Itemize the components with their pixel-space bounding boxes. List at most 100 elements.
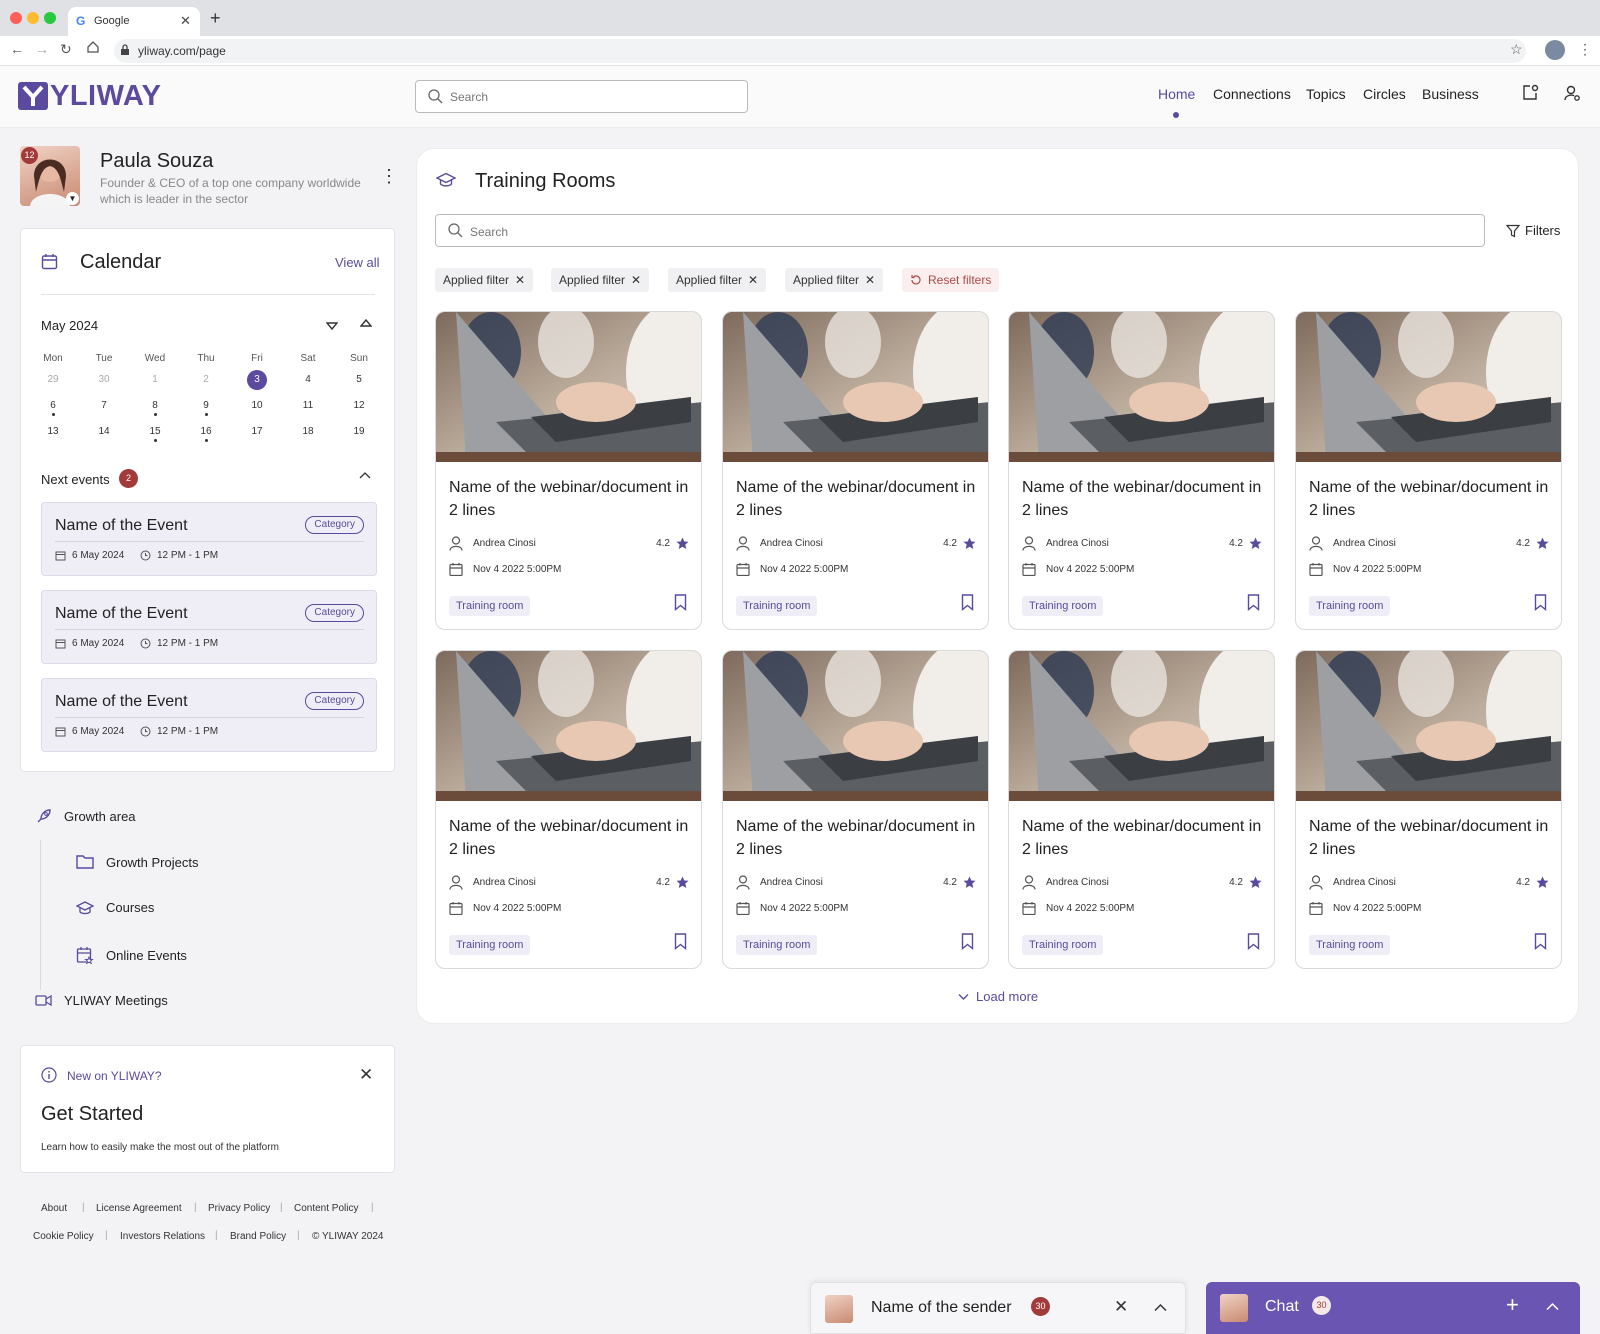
browser-tab[interactable]: G Google ✕ xyxy=(68,7,200,36)
calendar-day[interactable]: 1 xyxy=(141,370,169,390)
footer-link-investors[interactable]: Investors Relations xyxy=(120,1231,205,1242)
calendar-view-all-link[interactable]: View all xyxy=(335,255,380,270)
calendar-day[interactable]: 17 xyxy=(243,422,271,442)
bookmark-icon[interactable] xyxy=(674,933,687,950)
calendar-day[interactable]: 11 xyxy=(294,396,322,416)
month-next-icon[interactable] xyxy=(326,321,338,331)
expand-chat-icon[interactable] xyxy=(1546,1302,1559,1311)
event-card[interactable]: Name of the Event Category 6 May 2024 12… xyxy=(41,678,377,752)
calendar-day[interactable]: 6 xyxy=(39,396,67,416)
calendar-day[interactable]: 10 xyxy=(243,396,271,416)
calendar-day[interactable]: 12 xyxy=(345,396,373,416)
user-settings-icon[interactable] xyxy=(1563,84,1581,102)
bookmark-icon[interactable] xyxy=(961,933,974,950)
chat-bar[interactable]: Chat 30 + xyxy=(1206,1282,1580,1334)
close-window-dot[interactable] xyxy=(10,12,22,24)
footer-link-cookie[interactable]: Cookie Policy xyxy=(33,1231,94,1242)
reload-icon[interactable]: ↻ xyxy=(60,41,72,58)
sidebar-item-meetings[interactable]: YLIWAY Meetings xyxy=(35,993,168,1008)
calendar-day[interactable]: 2 xyxy=(192,370,220,390)
notifications-icon[interactable] xyxy=(1521,84,1539,102)
footer-link-content[interactable]: Content Policy xyxy=(294,1203,358,1214)
remove-filter-icon[interactable]: ✕ xyxy=(748,268,758,292)
profile-dropdown-icon[interactable]: ▼ xyxy=(66,192,79,205)
sidebar-item-growth-projects[interactable]: Growth Projects xyxy=(76,854,198,870)
home-icon[interactable] xyxy=(86,40,100,54)
training-card[interactable]: Name of the webinar/document in 2 lines A… xyxy=(1008,311,1275,630)
nav-topics[interactable]: Topics xyxy=(1306,86,1346,102)
new-chat-icon[interactable]: + xyxy=(1506,1292,1519,1318)
calendar-day[interactable]: 5 xyxy=(345,370,373,390)
get-started-close-icon[interactable]: ✕ xyxy=(359,1065,373,1085)
browser-profile-avatar[interactable] xyxy=(1545,40,1565,60)
maximize-window-dot[interactable] xyxy=(44,12,56,24)
bookmark-icon[interactable] xyxy=(674,594,687,611)
training-search-input[interactable]: Search xyxy=(435,214,1485,247)
bookmark-star-icon[interactable]: ☆ xyxy=(1510,41,1523,58)
nav-business[interactable]: Business xyxy=(1422,86,1479,102)
nav-connections[interactable]: Connections xyxy=(1213,86,1291,102)
calendar-day[interactable]: 19 xyxy=(345,422,373,442)
sidebar-item-courses[interactable]: Courses xyxy=(76,900,154,915)
minimize-window-dot[interactable] xyxy=(27,12,39,24)
applied-filter-chip[interactable]: Applied filter ✕ xyxy=(551,268,650,292)
forward-icon[interactable]: → xyxy=(35,41,49,57)
calendar-day[interactable]: 4 xyxy=(294,370,322,390)
calendar-day[interactable]: 18 xyxy=(294,422,322,442)
applied-filter-chip[interactable]: Applied filter ✕ xyxy=(435,268,534,292)
calendar-day[interactable]: 16 xyxy=(192,422,220,442)
footer-link-license[interactable]: License Agreement xyxy=(96,1203,182,1214)
training-card[interactable]: Name of the webinar/document in 2 lines A… xyxy=(1295,311,1562,630)
footer-link-brand[interactable]: Brand Policy xyxy=(230,1231,286,1242)
applied-filter-chip[interactable]: Applied filter ✕ xyxy=(668,268,767,292)
remove-filter-icon[interactable]: ✕ xyxy=(515,268,525,292)
load-more-button[interactable]: Load more xyxy=(958,989,1038,1004)
calendar-day-selected[interactable]: 3 xyxy=(247,370,267,390)
bookmark-icon[interactable] xyxy=(1534,594,1547,611)
next-events-collapse-icon[interactable] xyxy=(359,471,371,481)
bookmark-icon[interactable] xyxy=(1247,933,1260,950)
training-card[interactable]: Name of the webinar/document in 2 lines A… xyxy=(435,650,702,969)
yliway-logo[interactable]: YLIWAY xyxy=(18,79,162,113)
training-card[interactable]: Name of the webinar/document in 2 lines A… xyxy=(722,650,989,969)
expand-thread-icon[interactable] xyxy=(1154,1303,1167,1312)
nav-home[interactable]: Home xyxy=(1158,86,1195,102)
nav-circles[interactable]: Circles xyxy=(1363,86,1406,102)
close-tab-icon[interactable]: ✕ xyxy=(180,13,191,29)
remove-filter-icon[interactable]: ✕ xyxy=(631,268,641,292)
calendar-day[interactable]: 14 xyxy=(90,422,118,442)
training-card[interactable]: Name of the webinar/document in 2 lines A… xyxy=(722,311,989,630)
filters-button[interactable]: Filters xyxy=(1506,223,1560,238)
calendar-day[interactable]: 30 xyxy=(90,370,118,390)
calendar-day[interactable]: 9 xyxy=(192,396,220,416)
sidebar-item-growth-area[interactable]: Growth area xyxy=(35,808,136,825)
profile-more-icon[interactable]: ⋮ xyxy=(380,166,398,187)
event-card[interactable]: Name of the Event Category 6 May 2024 12… xyxy=(41,590,377,664)
new-tab-icon[interactable]: + xyxy=(210,8,221,29)
calendar-day[interactable]: 7 xyxy=(90,396,118,416)
calendar-day[interactable]: 13 xyxy=(39,422,67,442)
training-card[interactable]: Name of the webinar/document in 2 lines A… xyxy=(1008,650,1275,969)
remove-filter-icon[interactable]: ✕ xyxy=(865,268,875,292)
month-prev-icon[interactable] xyxy=(360,318,372,328)
profile-avatar[interactable]: 12 ▼ xyxy=(20,146,80,206)
sidebar-item-online-events[interactable]: Online Events xyxy=(76,946,187,964)
footer-link-about[interactable]: About xyxy=(41,1203,67,1214)
bookmark-icon[interactable] xyxy=(1247,594,1260,611)
calendar-day[interactable]: 8 xyxy=(141,396,169,416)
browser-menu-icon[interactable]: ⋮ xyxy=(1578,41,1592,58)
calendar-day[interactable]: 15 xyxy=(141,422,169,442)
calendar-day[interactable]: 29 xyxy=(39,370,67,390)
message-thread-bar[interactable]: Name of the sender 30 ✕ xyxy=(810,1282,1186,1334)
close-thread-icon[interactable]: ✕ xyxy=(1114,1297,1128,1317)
bookmark-icon[interactable] xyxy=(961,594,974,611)
training-card[interactable]: Name of the webinar/document in 2 lines A… xyxy=(435,311,702,630)
top-search-input[interactable]: Search xyxy=(415,80,748,113)
bookmark-icon[interactable] xyxy=(1534,933,1547,950)
reset-filters-button[interactable]: Reset filters xyxy=(902,268,1000,292)
event-card[interactable]: Name of the Event Category 6 May 2024 12… xyxy=(41,502,377,576)
training-card[interactable]: Name of the webinar/document in 2 lines A… xyxy=(1295,650,1562,969)
back-icon[interactable]: ← xyxy=(10,41,24,57)
applied-filter-chip[interactable]: Applied filter ✕ xyxy=(785,268,884,292)
url-field[interactable]: yliway.com/page xyxy=(114,39,1526,63)
